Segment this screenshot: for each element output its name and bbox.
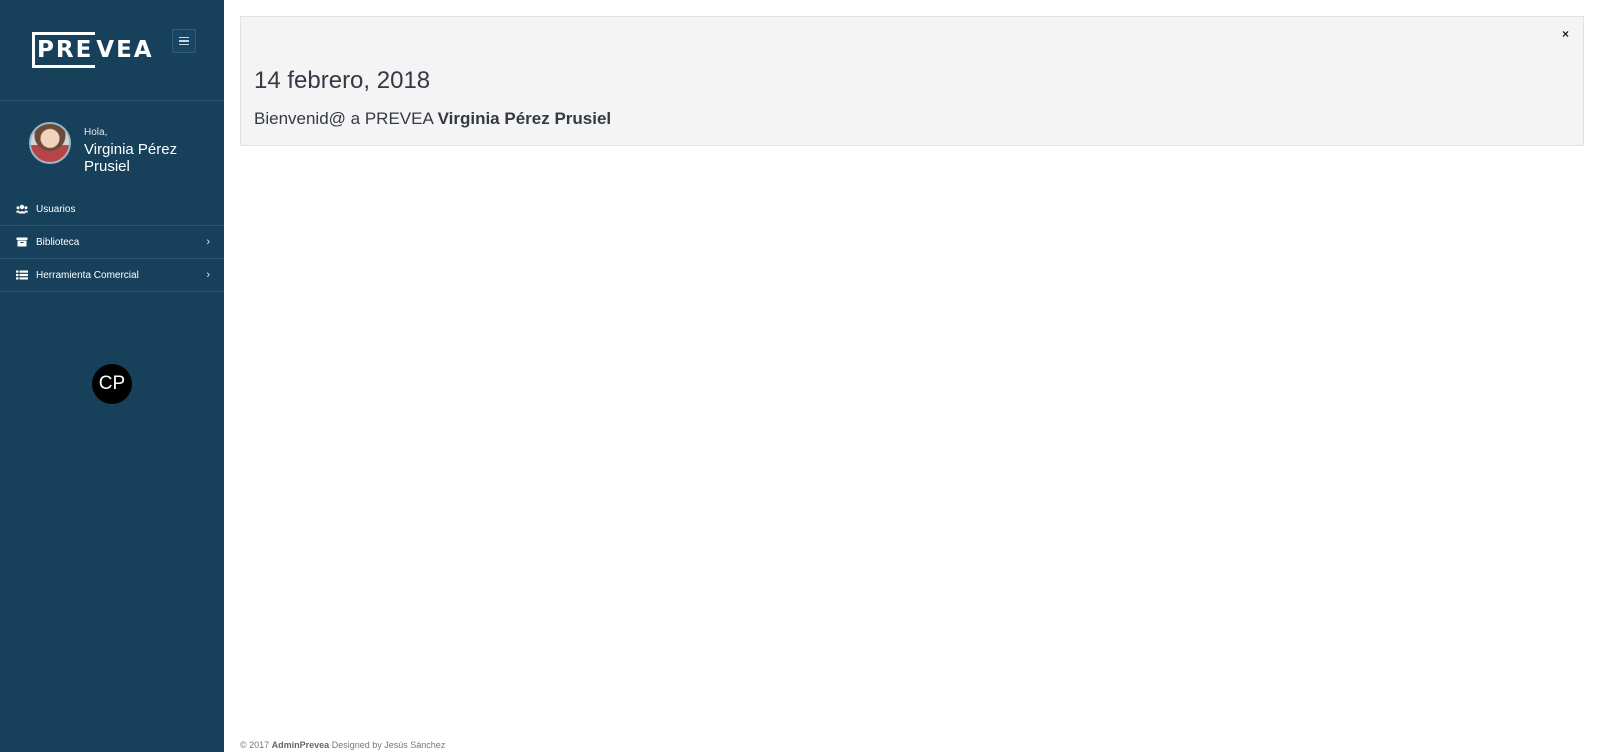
users-icon xyxy=(16,204,28,214)
sidebar-item-label: Biblioteca xyxy=(36,236,80,248)
menu-toggle-button[interactable] xyxy=(172,29,196,53)
hamburger-icon xyxy=(179,36,189,39)
avatar[interactable] xyxy=(29,122,71,164)
cp-badge[interactable]: CP xyxy=(92,364,132,404)
welcome-user-name: Virginia Pérez Prusiel xyxy=(437,109,612,128)
footer-brand: AdminPrevea xyxy=(271,740,330,750)
user-name: Virginia Pérez Prusiel xyxy=(84,141,178,175)
chevron-right-icon: › xyxy=(206,269,210,281)
list-icon xyxy=(16,270,28,280)
alert-date: 14 febrero, 2018 xyxy=(254,67,431,94)
sidebar-nav: Usuarios Biblioteca › Herramienta Comerc… xyxy=(0,193,224,292)
brand-header: PRE VEA xyxy=(0,0,224,101)
footer-designed: Designed by Jesús Sánchez xyxy=(329,740,446,750)
sidebar-item-herramienta-comercial[interactable]: Herramienta Comercial › xyxy=(0,259,224,292)
sidebar-item-biblioteca[interactable]: Biblioteca › xyxy=(0,226,224,259)
footer: © 2017 AdminPrevea Designed by Jesús Sán… xyxy=(240,740,445,750)
logo-boxed-text: PRE xyxy=(32,32,96,68)
alert-welcome: Bienvenid@ a PREVEA Virginia Pérez Prusi… xyxy=(254,109,611,129)
welcome-alert: × 14 febrero, 2018 Bienvenid@ a PREVEA V… xyxy=(240,16,1584,146)
footer-copyright: © 2017 xyxy=(240,740,272,750)
app: PRE VEA Hola, Virginia Pérez Prusiel Usu… xyxy=(0,0,1600,752)
prevea-logo[interactable]: PRE VEA xyxy=(32,32,154,68)
close-icon[interactable]: × xyxy=(1562,27,1569,41)
sidebar: PRE VEA Hola, Virginia Pérez Prusiel Usu… xyxy=(0,0,224,752)
greeting: Hola, xyxy=(84,127,108,138)
sidebar-item-usuarios[interactable]: Usuarios xyxy=(0,193,224,226)
archive-icon xyxy=(16,237,28,247)
chevron-right-icon: › xyxy=(206,236,210,248)
user-profile: Hola, Virginia Pérez Prusiel xyxy=(0,101,224,193)
welcome-prefix: Bienvenid@ a PREVEA xyxy=(254,109,438,128)
sidebar-item-label: Herramienta Comercial xyxy=(36,269,139,281)
logo-rest-text: VEA xyxy=(96,37,154,63)
sidebar-item-label: Usuarios xyxy=(36,203,76,215)
